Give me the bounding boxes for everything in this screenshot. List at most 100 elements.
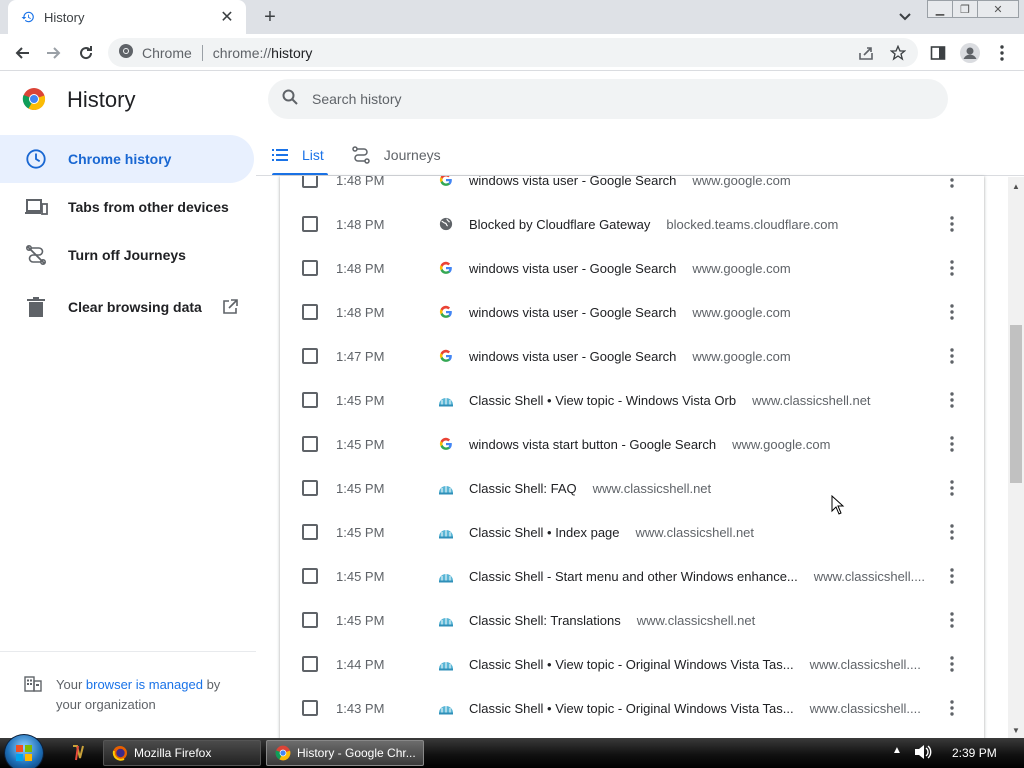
select-checkbox[interactable] (302, 480, 318, 496)
entry-title-link[interactable]: windows vista user - Google Search www.go… (469, 261, 791, 276)
managed-link[interactable]: browser is managed (86, 677, 203, 692)
more-actions-kebab-icon[interactable] (942, 696, 962, 720)
taskbar-button-chrome[interactable]: History - Google Chr... (266, 740, 424, 766)
select-checkbox[interactable] (302, 524, 318, 540)
more-actions-kebab-icon[interactable] (942, 652, 962, 676)
forward-arrow-icon[interactable] (42, 41, 66, 65)
bookmark-star-icon[interactable] (886, 41, 910, 65)
history-entry[interactable]: 1:48 PM Blocked by Cloudflare Gateway bloc… (280, 202, 984, 246)
select-checkbox[interactable] (302, 392, 318, 408)
search-input[interactable] (312, 91, 872, 107)
history-entry[interactable]: 1:45 PM Classic Shell • View topic - Wind… (280, 378, 984, 422)
history-entry[interactable]: 1:45 PM windows vista start button - Goog… (280, 422, 984, 466)
more-actions-kebab-icon[interactable] (942, 476, 962, 500)
devices-icon (24, 195, 48, 219)
more-actions-kebab-icon[interactable] (942, 564, 962, 588)
more-actions-kebab-icon[interactable] (942, 212, 962, 236)
select-checkbox[interactable] (302, 176, 318, 188)
show-hidden-icons-arrow-icon[interactable]: ▲ (892, 745, 902, 756)
entry-title-link[interactable]: Classic Shell • View topic - Original Wi… (469, 657, 921, 672)
volume-icon[interactable] (914, 744, 932, 763)
restore-window-button[interactable]: ❐ (952, 0, 978, 18)
entry-title-link[interactable]: Classic Shell • View topic - Windows Vis… (469, 393, 871, 408)
taskbar-button-firefox[interactable]: Mozilla Firefox (103, 740, 261, 766)
entry-domain: www.classicshell.... (813, 568, 926, 584)
share-icon[interactable] (854, 41, 878, 65)
select-checkbox[interactable] (302, 304, 318, 320)
sidebar-item-other-devices[interactable]: Tabs from other devices (0, 183, 254, 231)
sidebar-item-turn-off-journeys[interactable]: Turn off Journeys (0, 231, 254, 279)
history-entry[interactable]: 1:47 PM windows vista user - Google Searc… (280, 334, 984, 378)
select-checkbox[interactable] (302, 568, 318, 584)
more-actions-kebab-icon[interactable] (942, 520, 962, 544)
history-entry[interactable]: 1:43 PM Classic Shell • View topic - Orig… (280, 686, 984, 730)
page-scrollbar[interactable]: ▲ ▼ (1008, 177, 1024, 738)
sidebar-item-clear-browsing-data[interactable]: Clear browsing data (0, 283, 254, 331)
minimize-window-button[interactable]: ▁ (927, 0, 953, 18)
back-arrow-icon[interactable] (10, 41, 34, 65)
entry-title-link[interactable]: Classic Shell - Start menu and other Win… (469, 569, 925, 584)
entry-title-link[interactable]: windows vista user - Google Search www.go… (469, 305, 791, 320)
browser-tab-history[interactable]: History ✕ (8, 0, 246, 34)
history-entry[interactable]: 1:45 PM Classic Shell • Index page www.cla… (280, 510, 984, 554)
close-window-button[interactable]: ✕ (977, 0, 1019, 18)
history-entry[interactable]: 1:45 PM Classic Shell: FAQ www.classicshel… (280, 466, 984, 510)
more-actions-kebab-icon[interactable] (942, 388, 962, 412)
address-bar[interactable]: Chrome chrome://history (108, 38, 918, 67)
history-entry[interactable]: 1:45 PM Classic Shell: Translations www.cl… (280, 598, 984, 642)
entry-title-link[interactable]: Classic Shell • View topic - Original Wi… (469, 701, 921, 716)
url-text: chrome://history (212, 44, 313, 61)
classicshell-favicon-icon (438, 392, 454, 408)
entry-title-link[interactable]: Classic Shell • Index page www.classicshe… (469, 525, 754, 540)
close-tab-icon[interactable]: ✕ (218, 8, 236, 26)
history-entry[interactable]: 1:44 PM Classic Shell • View topic - Orig… (280, 642, 984, 686)
search-box[interactable] (268, 79, 948, 119)
sidebar-item-chrome-history[interactable]: Chrome history (0, 135, 254, 183)
entry-time: 1:47 PM (336, 348, 385, 364)
quick-launch-icon[interactable] (68, 743, 88, 763)
entry-time: 1:45 PM (336, 480, 385, 496)
select-checkbox[interactable] (302, 656, 318, 672)
history-entry[interactable]: 1:48 PM windows vista user - Google Searc… (280, 176, 984, 202)
tab-journeys[interactable]: Journeys (352, 135, 441, 175)
history-entry[interactable]: 1:48 PM windows vista user - Google Searc… (280, 246, 984, 290)
select-checkbox[interactable] (302, 216, 318, 232)
history-entry[interactable]: 1:48 PM windows vista user - Google Searc… (280, 290, 984, 334)
select-checkbox[interactable] (302, 436, 318, 452)
journeys-off-icon (24, 243, 48, 267)
more-actions-kebab-icon[interactable] (942, 344, 962, 368)
entry-title-link[interactable]: Blocked by Cloudflare Gateway blocked.tea… (469, 217, 838, 232)
entry-title-link[interactable]: windows vista user - Google Search www.go… (469, 349, 791, 364)
scrollbar-thumb[interactable] (1010, 325, 1022, 483)
select-checkbox[interactable] (302, 612, 318, 628)
history-entry[interactable]: 1:45 PM Classic Shell - Start menu and ot… (280, 554, 984, 598)
tab-title: History (44, 9, 85, 25)
scroll-up-arrow-icon[interactable]: ▲ (1008, 179, 1024, 193)
entry-time: 1:45 PM (336, 392, 385, 408)
entry-title-link[interactable]: windows vista start button - Google Sear… (469, 437, 830, 452)
search-icon (282, 89, 298, 110)
entry-time: 1:45 PM (336, 568, 385, 584)
select-checkbox[interactable] (302, 348, 318, 364)
more-actions-kebab-icon[interactable] (942, 300, 962, 324)
entry-title-link[interactable]: Classic Shell: FAQ www.classicshell.net (469, 481, 711, 496)
scroll-down-arrow-icon[interactable]: ▼ (1008, 723, 1024, 737)
menu-kebab-icon[interactable] (990, 41, 1014, 65)
side-panel-icon[interactable] (926, 41, 950, 65)
tab-search-chevron-icon[interactable] (895, 8, 915, 26)
entry-domain: www.classicshell.net (636, 612, 756, 628)
more-actions-kebab-icon[interactable] (942, 432, 962, 456)
entry-domain: www.google.com (692, 260, 791, 276)
start-orb-button[interactable] (4, 734, 44, 768)
entry-title-link[interactable]: Classic Shell: Translations www.classicsh… (469, 613, 755, 628)
more-actions-kebab-icon[interactable] (942, 608, 962, 632)
more-actions-kebab-icon[interactable] (942, 176, 962, 192)
tab-list[interactable]: List (272, 135, 328, 175)
reload-icon[interactable] (74, 41, 98, 65)
profile-avatar-icon[interactable] (958, 41, 982, 65)
entry-title-link[interactable]: windows vista user - Google Search www.go… (469, 176, 791, 188)
more-actions-kebab-icon[interactable] (942, 256, 962, 280)
select-checkbox[interactable] (302, 260, 318, 276)
select-checkbox[interactable] (302, 700, 318, 716)
new-tab-button[interactable]: + (258, 6, 282, 28)
